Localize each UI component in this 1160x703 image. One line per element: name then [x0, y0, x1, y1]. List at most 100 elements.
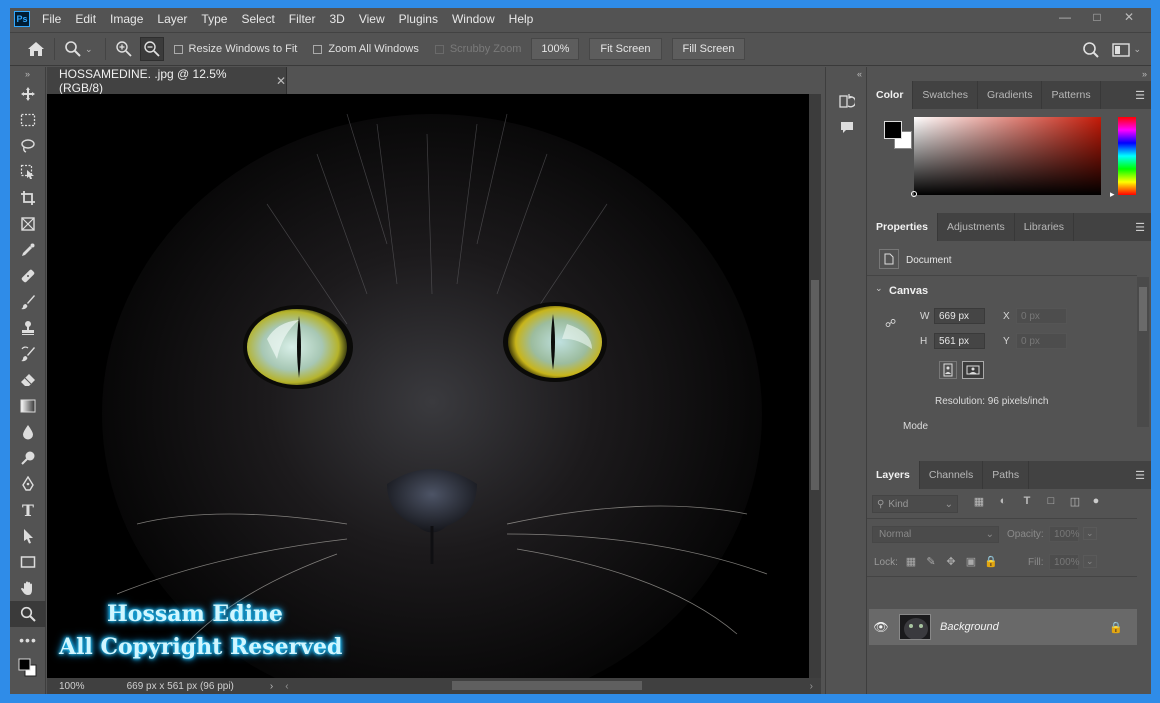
comments-icon[interactable]: [837, 117, 857, 137]
menu-filter[interactable]: Filter: [289, 12, 316, 26]
fit-screen-button[interactable]: Fit Screen: [589, 38, 662, 60]
tab-color[interactable]: Color: [867, 81, 914, 109]
filter-adjustment-icon[interactable]: ◐: [991, 495, 1015, 508]
chevron-down-icon[interactable]: ⌄: [85, 44, 93, 55]
canvas-area[interactable]: Hossam Edine All Copyright Reserved: [47, 94, 809, 678]
zoom-tool-preset-icon[interactable]: [61, 37, 85, 61]
collapse-strip-icon[interactable]: «: [826, 67, 866, 81]
menu-select[interactable]: Select: [241, 12, 274, 26]
y-field[interactable]: 0 px: [1016, 333, 1067, 349]
hand-tool-icon[interactable]: [10, 575, 46, 601]
hue-slider-handle-icon[interactable]: ▸: [1110, 189, 1115, 200]
properties-panel-menu-icon[interactable]: ☰: [1135, 221, 1145, 234]
history-brush-tool-icon[interactable]: [10, 341, 46, 367]
tab-patterns[interactable]: Patterns: [1042, 81, 1101, 109]
lock-transparent-icon[interactable]: ▦: [901, 555, 921, 568]
color-picker-cursor[interactable]: [911, 191, 917, 197]
layers-panel-menu-icon[interactable]: ☰: [1135, 469, 1145, 482]
lock-position-icon[interactable]: ✥: [941, 555, 961, 568]
menu-type[interactable]: Type: [201, 12, 227, 26]
history-icon[interactable]: [837, 91, 857, 111]
x-field[interactable]: 0 px: [1016, 308, 1067, 324]
foreground-color-swatch[interactable]: [884, 121, 902, 139]
move-tool-icon[interactable]: [10, 81, 46, 107]
landscape-orientation-icon[interactable]: [962, 361, 984, 379]
properties-scrollbar[interactable]: [1137, 277, 1149, 427]
menu-plugins[interactable]: Plugins: [399, 12, 438, 26]
layer-row[interactable]: 👁 Background 🔒: [869, 609, 1137, 645]
lock-artboard-icon[interactable]: ▣: [961, 555, 981, 568]
layer-filter-kind[interactable]: ⚲ Kind ⌄: [872, 495, 958, 513]
menu-3d[interactable]: 3D: [329, 12, 344, 26]
menu-image[interactable]: Image: [110, 12, 143, 26]
workspace-chevron-icon[interactable]: ⌄: [1133, 44, 1141, 62]
vertical-scroll-thumb[interactable]: [811, 280, 819, 490]
color-panel-menu-icon[interactable]: ☰: [1135, 89, 1145, 102]
collapse-panels-icon[interactable]: »: [867, 67, 1151, 81]
foreground-background-colors-icon[interactable]: [10, 653, 46, 683]
status-zoom[interactable]: 100%: [59, 681, 85, 692]
height-field[interactable]: 561 px: [934, 333, 985, 349]
more-tools-icon[interactable]: •••: [10, 627, 46, 653]
type-tool-icon[interactable]: T: [10, 497, 46, 523]
healing-brush-tool-icon[interactable]: [10, 263, 46, 289]
object-selection-tool-icon[interactable]: [10, 159, 46, 185]
filter-pixel-icon[interactable]: ▦: [967, 495, 991, 508]
canvas-collapse-icon[interactable]: ⌄: [875, 283, 883, 294]
workspace-icon[interactable]: [1109, 38, 1133, 62]
pen-tool-icon[interactable]: [10, 471, 46, 497]
layer-name[interactable]: Background: [940, 621, 999, 633]
fill-field[interactable]: 100%: [1049, 554, 1080, 570]
path-selection-tool-icon[interactable]: [10, 523, 46, 549]
rectangle-tool-icon[interactable]: [10, 549, 46, 575]
opacity-field[interactable]: 100%: [1049, 526, 1080, 542]
tab-properties[interactable]: Properties: [867, 213, 938, 241]
tab-adjustments[interactable]: Adjustments: [938, 213, 1015, 241]
tab-gradients[interactable]: Gradients: [978, 81, 1043, 109]
saturation-brightness-field[interactable]: [914, 117, 1101, 195]
filter-type-icon[interactable]: T: [1015, 495, 1039, 508]
filter-toggle-icon[interactable]: ●: [1087, 495, 1105, 508]
lock-image-icon[interactable]: ✎: [921, 555, 941, 568]
home-icon[interactable]: [24, 37, 48, 61]
scrubby-zoom-checkbox[interactable]: Scrubby Zoom: [434, 43, 521, 55]
minimize-icon[interactable]: —: [1049, 8, 1081, 26]
zoom-tool-icon[interactable]: [10, 601, 46, 627]
hue-slider[interactable]: [1118, 117, 1136, 195]
status-menu-arrow-icon[interactable]: ›: [270, 681, 273, 692]
width-field[interactable]: 669 px: [934, 308, 985, 324]
menu-window[interactable]: Window: [452, 12, 495, 26]
menu-help[interactable]: Help: [509, 12, 534, 26]
gradient-tool-icon[interactable]: [10, 393, 46, 419]
scroll-left-icon[interactable]: ‹: [285, 681, 288, 692]
link-dimensions-icon[interactable]: ☍: [885, 317, 896, 330]
layer-visibility-eye-icon[interactable]: 👁: [869, 620, 893, 634]
document-tab[interactable]: HOSSAMEDINE. .jpg @ 12.5% (RGB/8) ✕: [47, 67, 287, 95]
marquee-tool-icon[interactable]: [10, 107, 46, 133]
tab-channels[interactable]: Channels: [920, 461, 984, 489]
tab-libraries[interactable]: Libraries: [1015, 213, 1074, 241]
tab-paths[interactable]: Paths: [983, 461, 1030, 489]
menu-layer[interactable]: Layer: [157, 12, 187, 26]
opacity-dropdown-icon[interactable]: ⌄: [1083, 527, 1097, 540]
vertical-scrollbar[interactable]: [809, 94, 821, 678]
layer-lock-icon[interactable]: 🔒: [1109, 621, 1123, 634]
clone-stamp-tool-icon[interactable]: [10, 315, 46, 341]
filter-shape-icon[interactable]: □: [1039, 495, 1063, 508]
portrait-orientation-icon[interactable]: [939, 361, 957, 379]
lasso-tool-icon[interactable]: [10, 133, 46, 159]
tab-swatches[interactable]: Swatches: [913, 81, 978, 109]
resize-windows-checkbox[interactable]: Resize Windows to Fit: [173, 43, 297, 55]
zoom-out-icon[interactable]: [139, 37, 164, 61]
collapse-tools-icon[interactable]: »: [10, 67, 45, 81]
search-icon[interactable]: [1079, 38, 1103, 62]
close-icon[interactable]: ✕: [1113, 8, 1145, 26]
fill-dropdown-icon[interactable]: ⌄: [1083, 555, 1097, 568]
crop-tool-icon[interactable]: [10, 185, 46, 211]
scroll-right-icon[interactable]: ›: [810, 681, 813, 692]
blend-mode-select[interactable]: Normal ⌄: [872, 526, 999, 543]
eraser-tool-icon[interactable]: [10, 367, 46, 393]
frame-tool-icon[interactable]: [10, 211, 46, 237]
menu-edit[interactable]: Edit: [75, 12, 96, 26]
close-document-icon[interactable]: ✕: [276, 74, 286, 88]
